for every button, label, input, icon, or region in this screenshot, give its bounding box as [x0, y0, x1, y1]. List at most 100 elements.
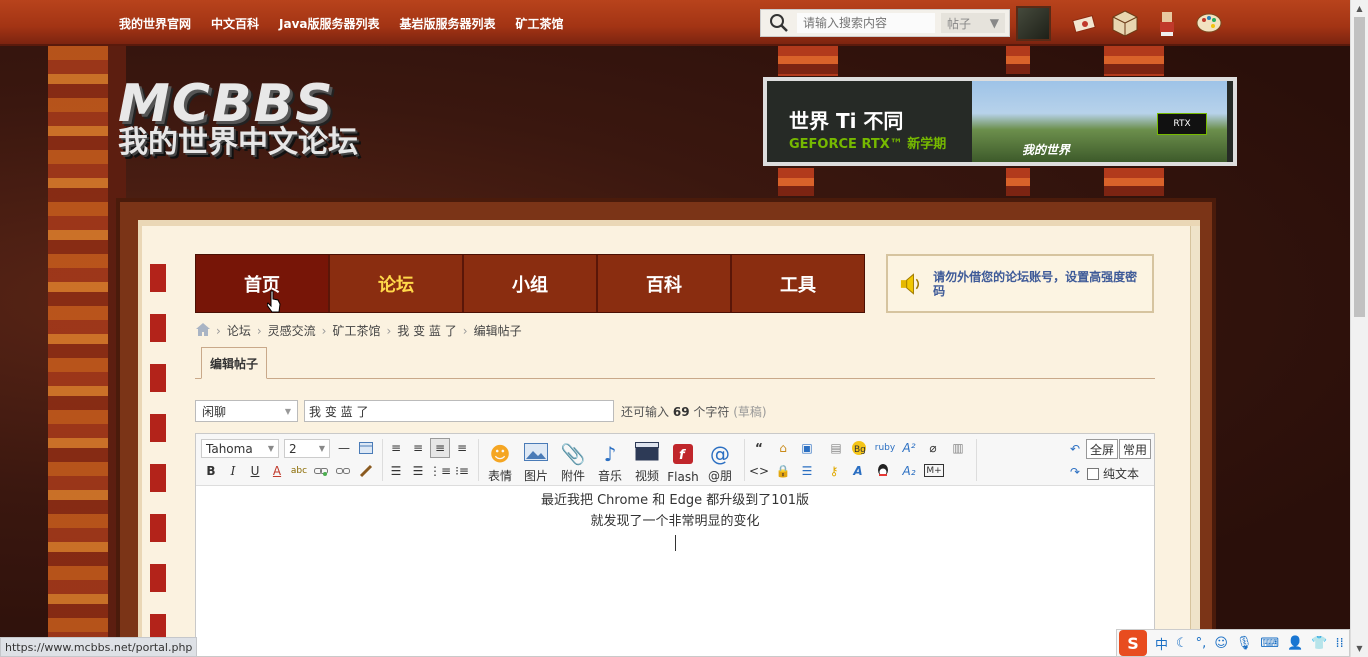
user-icon[interactable] — [1152, 8, 1182, 38]
lock-icon[interactable]: 🔒 — [773, 461, 793, 481]
pillar-decoration — [1006, 168, 1030, 196]
breadcrumb-separator: › — [321, 323, 327, 338]
user-icon[interactable]: 👤 — [1287, 636, 1303, 651]
clear-format-icon[interactable] — [356, 461, 376, 481]
flash-button[interactable]: f Flash — [666, 438, 700, 484]
nav-groups[interactable]: 小组 — [464, 255, 598, 312]
unlink-icon[interactable] — [333, 461, 353, 481]
font-family-select[interactable]: Tahoma ▼ — [201, 439, 279, 458]
punctuation-icon[interactable]: °, — [1196, 636, 1207, 651]
font-size-select[interactable]: 2 ▼ — [284, 439, 330, 458]
breadcrumb-forum[interactable]: 论坛 — [227, 322, 251, 339]
avatar[interactable] — [1016, 6, 1051, 41]
pagebreak-icon[interactable]: ▤ — [826, 438, 846, 458]
nav-wiki[interactable]: 百科 — [598, 255, 732, 312]
apps-icon[interactable]: ⁞⁞ — [1336, 636, 1344, 651]
strikethrough-icon[interactable]: ⌀ — [923, 438, 943, 458]
qq-icon[interactable] — [873, 461, 893, 481]
align-right-icon[interactable]: ≡ — [452, 438, 472, 458]
mention-button[interactable]: @ @朋 — [703, 438, 737, 484]
ruby-icon[interactable]: ruby — [875, 438, 895, 458]
code-icon[interactable]: <> — [749, 461, 769, 481]
microphone-icon[interactable]: 🎙 — [1236, 636, 1253, 651]
notice-text: 请勿外借您的论坛账号，设置高强度密码 — [933, 269, 1138, 298]
float-left-icon[interactable]: ☰ — [386, 461, 406, 481]
bold-icon[interactable]: B — [201, 461, 221, 481]
plaintext-checkbox[interactable] — [1087, 467, 1099, 480]
markdown-icon[interactable]: M+ — [924, 464, 944, 477]
message-icon[interactable] — [1070, 8, 1100, 38]
table-icon[interactable] — [356, 438, 376, 458]
attachment-button[interactable]: 📎 附件 — [556, 438, 590, 484]
scroll-down-icon[interactable]: ▼ — [1351, 640, 1368, 657]
scroll-thumb[interactable] — [1354, 17, 1365, 317]
breadcrumb-tea-house[interactable]: 矿工茶馆 — [332, 322, 380, 339]
topnav-bedrock-servers[interactable]: 基岩版服务器列表 — [400, 15, 496, 32]
ad-banner[interactable]: 世界 Ti 不同 GEFORCE RTX™ 新学期 我的世界 RTX — [763, 77, 1237, 166]
sogou-logo-icon[interactable]: S — [1119, 630, 1147, 656]
unordered-list-icon[interactable]: ⁝≡ — [452, 461, 472, 481]
nav-tools[interactable]: 工具 — [732, 255, 864, 312]
palette-icon[interactable] — [1194, 8, 1224, 38]
site-logo[interactable]: MCBBS 我的世界中文论坛 — [118, 78, 358, 160]
thread-type-select[interactable]: 闲聊 ▼ — [195, 400, 298, 422]
music-button[interactable]: ♪ 音乐 — [593, 438, 627, 484]
common-button[interactable]: 常用 — [1119, 439, 1152, 459]
toolbar-divider — [478, 439, 479, 481]
undo-icon[interactable]: ↶ — [1065, 439, 1085, 459]
subscript-icon[interactable]: A₂ — [899, 461, 919, 481]
background-color-icon[interactable]: Bg — [849, 438, 869, 458]
underline-icon[interactable]: U — [245, 461, 265, 481]
free-content-icon[interactable]: ⌂ — [773, 438, 793, 458]
key-icon[interactable]: ⚷ — [824, 461, 844, 481]
topnav-tea-house[interactable]: 矿工茶馆 — [516, 15, 564, 32]
font-style-icon[interactable]: A — [848, 461, 868, 481]
topnav-wiki[interactable]: 中文百科 — [211, 15, 259, 32]
breadcrumb-inspiration[interactable]: 灵感交流 — [268, 322, 316, 339]
horizontal-rule-icon[interactable]: — — [334, 438, 354, 458]
emoji-icon[interactable]: ☺ — [1214, 636, 1228, 651]
crafting-table-icon[interactable] — [1110, 8, 1140, 38]
quote-icon[interactable]: “ — [749, 438, 769, 458]
post-editor: Tahoma ▼ 2 ▼ — B I U A abc ≡ ≡ ≡ ≡ ☰ ☰ ⋮≡ … — [195, 433, 1155, 657]
home-icon[interactable] — [196, 322, 210, 339]
nav-home[interactable]: 首页 — [196, 255, 330, 312]
video-button[interactable]: 视频 — [630, 438, 664, 484]
plaintext-toggle[interactable]: 纯文本 — [1087, 465, 1139, 482]
post-title-input[interactable]: 我 变 蓝 了 — [304, 400, 614, 422]
password-icon[interactable]: ▣ — [797, 438, 817, 458]
align-center-icon[interactable]: ≡ — [430, 438, 450, 458]
music-note-icon: ♪ — [603, 442, 617, 466]
image-button[interactable]: 图片 — [519, 438, 553, 484]
search-type-label: 帖子 — [947, 16, 972, 31]
search-input[interactable] — [797, 13, 935, 33]
float-right-icon[interactable]: ☰ — [408, 461, 428, 481]
hide-icon[interactable]: ▥ — [948, 438, 968, 458]
moon-icon[interactable]: ☾ — [1176, 636, 1188, 651]
text-color-icon[interactable]: A — [267, 461, 287, 481]
link-icon[interactable] — [311, 461, 331, 481]
search-type-select[interactable]: 帖子 ▼ — [941, 13, 1005, 33]
scroll-up-icon[interactable]: ▲ — [1351, 0, 1368, 17]
search-icon[interactable] — [761, 9, 797, 37]
breadcrumb-thread[interactable]: 我 变 蓝 了 — [397, 322, 456, 339]
fullscreen-button[interactable]: 全屏 — [1086, 439, 1119, 459]
ime-mode[interactable]: 中 — [1155, 634, 1168, 653]
superscript-icon[interactable]: A² — [899, 438, 919, 458]
ordered-list-icon[interactable]: ⋮≡ — [429, 461, 451, 481]
emoji-button[interactable]: ☻ 表情 — [483, 438, 517, 484]
tab-edit-post[interactable]: 编辑帖子 — [201, 347, 268, 379]
redo-icon[interactable]: ↷ — [1065, 462, 1085, 482]
topnav-official-site[interactable]: 我的世界官网 — [119, 15, 191, 32]
page-scrollbar[interactable]: ▲ ▼ — [1350, 0, 1368, 657]
nav-forum[interactable]: 论坛 — [330, 255, 464, 312]
align-justify-icon[interactable]: ≡ — [408, 438, 428, 458]
highlight-icon[interactable]: abc — [289, 461, 309, 481]
editor-content[interactable]: 最近我把 Chrome 和 Edge 都升级到了101版 就发现了一个非常明显的… — [196, 490, 1154, 532]
topnav-java-servers[interactable]: Java版服务器列表 — [279, 15, 379, 32]
index-icon[interactable]: ☰ — [797, 461, 817, 481]
keyboard-icon[interactable]: ⌨ — [1260, 636, 1279, 651]
skin-icon[interactable]: 👕 — [1311, 636, 1327, 651]
align-left-icon[interactable]: ≡ — [386, 438, 406, 458]
italic-icon[interactable]: I — [223, 461, 243, 481]
